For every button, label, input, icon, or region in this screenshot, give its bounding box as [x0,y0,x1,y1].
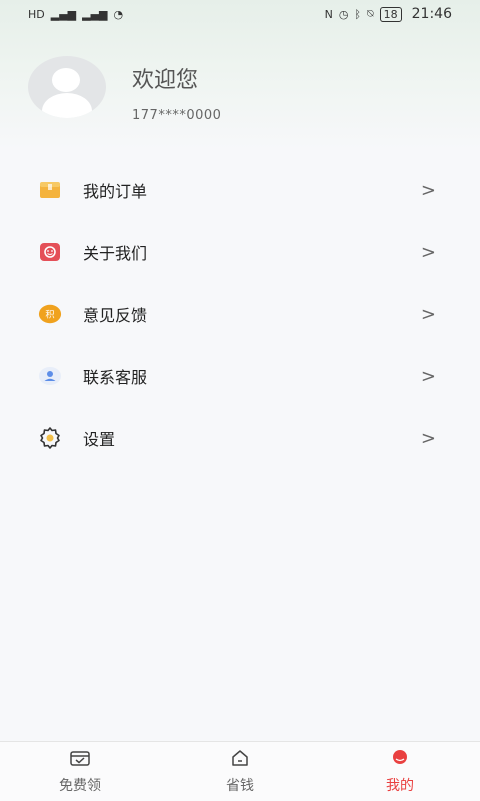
bottom-tab-bar: 免费领 省钱 我的 [0,741,480,801]
battery-icon: 18 [379,6,402,22]
menu-item-about[interactable]: 关于我们 > [0,221,480,283]
profile-text: 欢迎您 177****0000 [132,56,221,123]
avatar[interactable] [28,56,106,118]
avatar-body [42,93,92,118]
home-icon [230,749,250,771]
tab-save-money[interactable]: 省钱 [160,742,320,801]
smile-face-icon [38,240,62,264]
clock: 21:46 [411,6,452,22]
mute-icon: ⍉ [367,7,374,20]
customer-service-icon [38,364,62,388]
status-bar: HD ▂▄▆ ▂▄▆ ◔ N ◷ ᛒ ⍉ 18 21:46 [0,0,480,28]
tab-mine[interactable]: 我的 [320,742,480,801]
bluetooth-icon: ᛒ [354,7,362,21]
profile-icon [390,749,410,771]
order-box-icon [38,178,62,202]
hd-icon: HD [28,7,45,21]
calendar-check-icon [69,749,91,771]
menu-item-settings[interactable]: 设置 > [0,407,480,469]
profile-header[interactable]: 欢迎您 177****0000 [28,56,221,123]
menu-label-settings: 设置 [83,430,116,449]
tab-label-mine: 我的 [386,777,414,794]
menu-list: 我的订单 > 关于我们 > 积 意见反馈 > 联系客服 > 设置 > [0,159,480,469]
tab-label-save-money: 省钱 [226,777,254,794]
wifi-icon: ◔ [113,7,124,21]
nfc-icon: N [324,7,333,21]
menu-item-feedback[interactable]: 积 意见反馈 > [0,283,480,345]
menu-label-about: 关于我们 [83,244,148,263]
svg-text:积: 积 [45,309,54,321]
menu-label-feedback: 意见反馈 [83,306,148,325]
alarm-icon: ◷ [338,7,349,21]
signal-icon: ▂▄▆ [82,7,108,21]
menu-label-orders: 我的订单 [83,182,148,201]
chevron-right-icon: > [420,303,436,325]
menu-item-orders[interactable]: 我的订单 > [0,159,480,221]
signal-icon: ▂▄▆ [50,7,77,21]
tab-label-free: 免费领 [59,777,101,794]
chevron-right-icon: > [420,365,436,387]
chevron-right-icon: > [420,241,436,263]
feedback-badge-icon: 积 [38,302,62,326]
avatar-head [52,68,80,92]
welcome-text: 欢迎您 [132,68,199,93]
phone-number: 177****0000 [132,108,222,123]
status-left: HD ▂▄▆ ▂▄▆ ◔ [28,8,123,21]
chevron-right-icon: > [420,179,436,201]
menu-label-service: 联系客服 [83,368,148,387]
status-right: N ◷ ᛒ ⍉ 18 21:46 [325,6,452,22]
menu-item-service[interactable]: 联系客服 > [0,345,480,407]
chevron-right-icon: > [420,427,436,449]
tab-free[interactable]: 免费领 [0,742,160,801]
gear-icon [38,426,62,450]
